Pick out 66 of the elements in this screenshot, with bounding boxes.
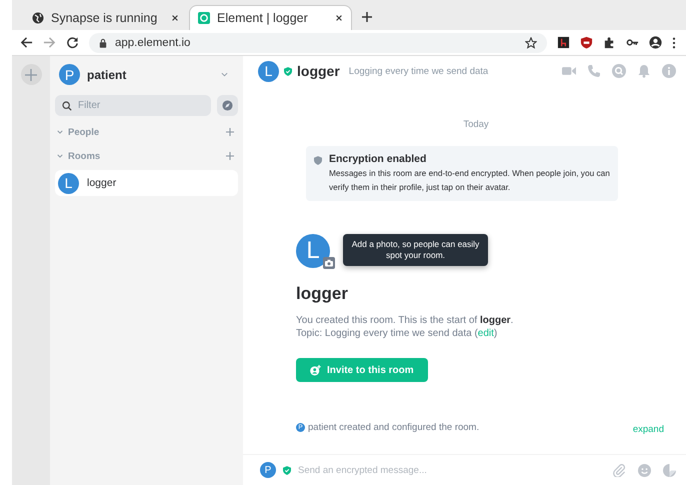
menu-icon[interactable] — [672, 36, 676, 48]
paperclip-icon[interactable] — [613, 464, 626, 476]
add-icon[interactable] — [226, 128, 234, 136]
room-item[interactable]: L logger — [55, 170, 238, 196]
topic-text: Topic: Logging every time we send data (edit) — [296, 327, 498, 340]
user-name[interactable]: patient — [87, 68, 214, 82]
star-icon[interactable] — [525, 36, 537, 48]
chevron-icon[interactable] — [57, 130, 63, 134]
room-avatar: L — [58, 172, 79, 194]
url-text: app.element.io — [115, 36, 192, 48]
lock-icon — [99, 38, 107, 48]
date-separator: Today — [462, 119, 490, 130]
intro-text: You created this room. This is the start of logger. — [296, 314, 514, 327]
app-logo-icon — [198, 12, 210, 24]
shield-icon[interactable] — [580, 36, 593, 49]
section-header[interactable]: Rooms — [68, 150, 221, 162]
add-space-button[interactable] — [20, 64, 42, 85]
video-call-icon[interactable] — [562, 64, 576, 78]
plus-icon — [25, 68, 37, 80]
verified-shield-icon — [284, 66, 292, 76]
browser-tab[interactable]: Synapse is running — [24, 5, 187, 30]
shield-icon — [314, 156, 322, 165]
puzzle-icon[interactable] — [603, 36, 616, 49]
room-avatar[interactable]: L — [258, 60, 279, 82]
chevron-icon[interactable] — [57, 154, 63, 158]
expand-link[interactable]: expand — [632, 424, 664, 435]
globe-icon — [32, 12, 44, 24]
phone-icon[interactable] — [587, 64, 601, 78]
notice-title: Encryption enabled — [329, 153, 428, 165]
camera-icon[interactable] — [323, 257, 335, 269]
filter-field[interactable]: Filter — [55, 95, 211, 116]
room-avatar[interactable]: L — [296, 234, 330, 268]
bell-icon[interactable] — [637, 64, 651, 78]
sticker-icon[interactable] — [663, 464, 676, 476]
user-avatar[interactable]: P — [59, 64, 80, 85]
forward-icon[interactable] — [43, 36, 56, 49]
room-topic: Logging every time we send data — [348, 66, 488, 76]
close-icon[interactable] — [335, 14, 343, 22]
emoji-icon[interactable] — [638, 464, 651, 476]
new-tab-icon[interactable] — [362, 12, 372, 22]
verified-shield-icon — [283, 466, 291, 474]
search-icon — [62, 100, 72, 110]
compass-icon — [222, 100, 233, 111]
room-title: logger — [296, 284, 348, 304]
tooltip: Add a photo, so people can easily spot your room. — [343, 234, 488, 266]
event-text: patient created and configured the room. — [308, 422, 480, 432]
notice-text: Messages in this room are end-to-end encrypted. When people join, you can verify them in their profile, just tap on their avatar. — [329, 167, 610, 194]
message-field[interactable]: Send an encrypted message... — [298, 464, 601, 476]
chevron-icon[interactable] — [221, 72, 228, 77]
close-icon[interactable] — [171, 14, 179, 22]
invite-button[interactable]: Invite to this room — [296, 358, 428, 382]
add-icon[interactable] — [226, 152, 234, 160]
address-bar[interactable]: app.element.io — [89, 32, 547, 52]
section-header[interactable]: People — [68, 126, 221, 138]
info-icon[interactable] — [662, 64, 676, 78]
browser-tab[interactable]: Element | logger — [189, 5, 352, 30]
account-icon[interactable] — [649, 36, 662, 49]
explore-button[interactable] — [217, 95, 238, 116]
search-icon[interactable] — [612, 64, 626, 78]
edit-link[interactable]: edit — [478, 328, 494, 339]
user-avatar[interactable]: P — [260, 462, 276, 478]
room-name[interactable]: logger — [297, 63, 340, 79]
reload-icon[interactable] — [66, 36, 79, 49]
add-person-icon — [310, 364, 321, 376]
back-icon[interactable] — [20, 36, 33, 49]
extension-icon[interactable] — [557, 36, 570, 49]
